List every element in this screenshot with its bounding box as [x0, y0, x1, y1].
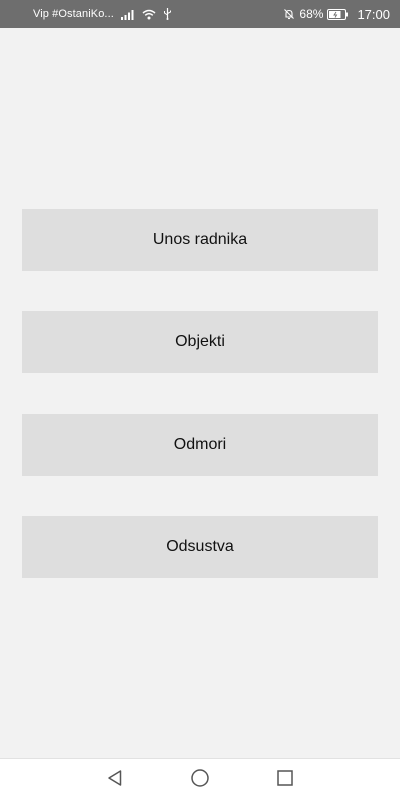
- home-button[interactable]: [188, 768, 212, 792]
- battery-percent: 68%: [299, 7, 324, 21]
- status-bar: Vip #OstaniKo... 68% 17:00: [0, 0, 400, 28]
- back-button[interactable]: [103, 768, 127, 792]
- signal-icon: [120, 9, 135, 20]
- status-left: Vip #OstaniKo...: [33, 8, 172, 20]
- objekti-button[interactable]: Objekti: [22, 311, 378, 373]
- navigation-bar: [0, 758, 400, 800]
- carrier-name: Vip #OstaniKo...: [33, 8, 114, 20]
- recents-icon: [276, 769, 294, 792]
- alarm-off-icon: [283, 8, 295, 20]
- app-screen: Vip #OstaniKo... 68% 17:00 Unos radnika …: [0, 0, 400, 800]
- clock: 17:00: [357, 6, 390, 22]
- unos-radnika-button[interactable]: Unos radnika: [22, 209, 378, 271]
- back-icon: [106, 769, 124, 792]
- recents-button[interactable]: [273, 768, 297, 792]
- home-icon: [190, 768, 210, 793]
- status-right: 68% 17:00: [283, 7, 390, 22]
- battery-icon: [327, 8, 349, 20]
- wifi-icon: [142, 9, 156, 20]
- usb-icon: [163, 8, 172, 20]
- odmori-button[interactable]: Odmori: [22, 414, 378, 476]
- odsustva-button[interactable]: Odsustva: [22, 516, 378, 578]
